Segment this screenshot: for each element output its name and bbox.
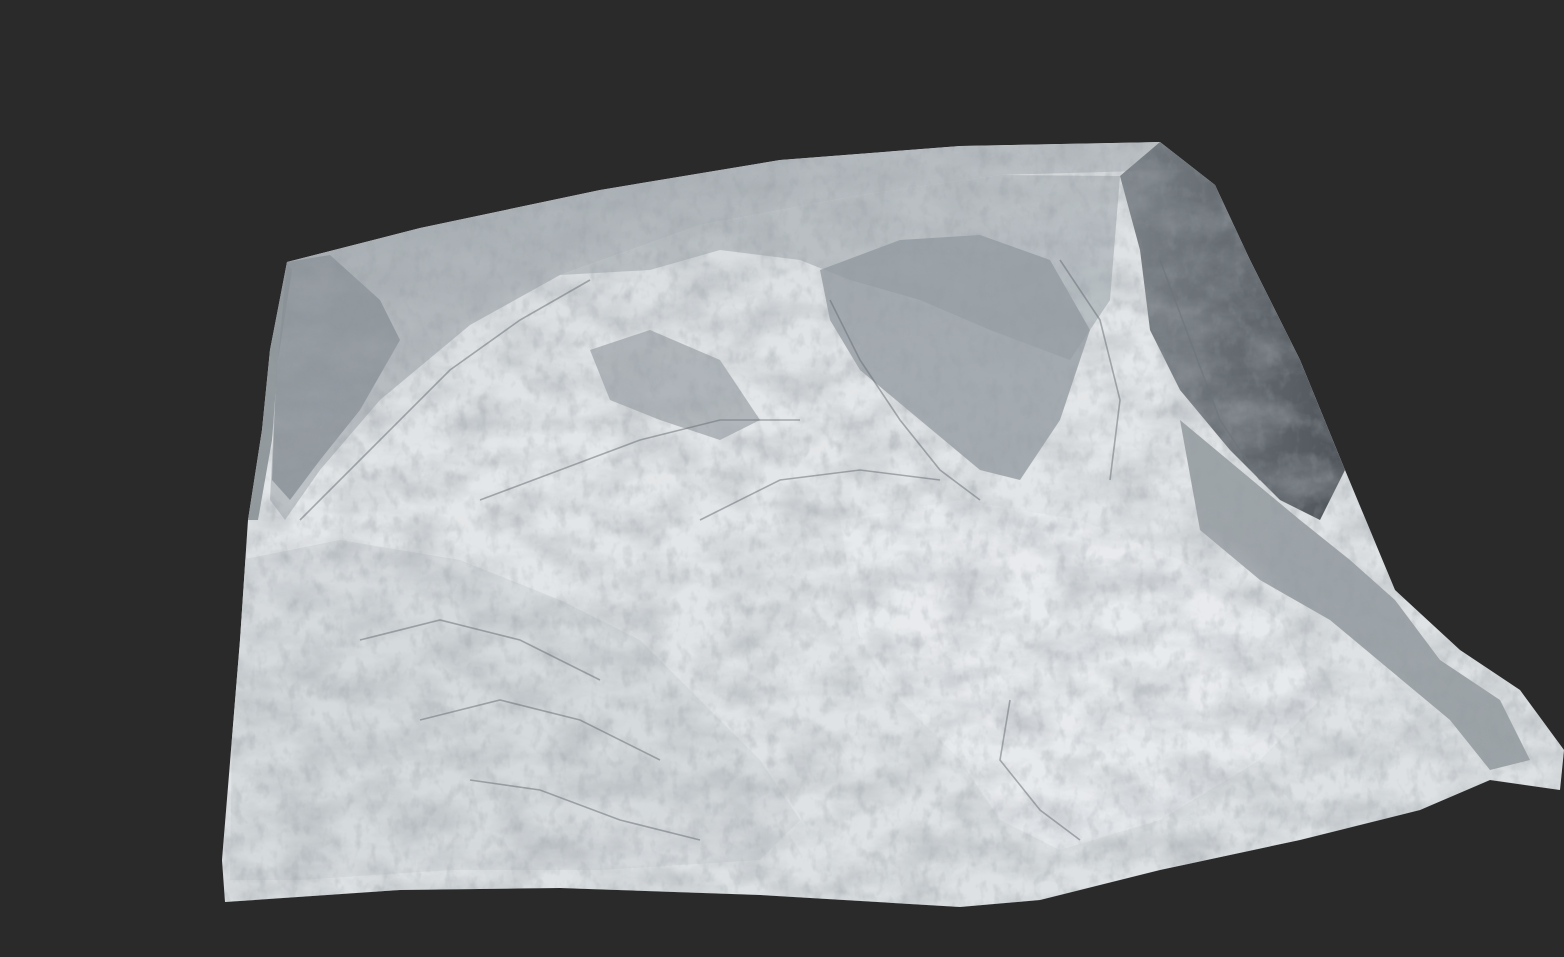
3d-viewport[interactable] — [0, 0, 1564, 957]
terrain-render — [222, 142, 1564, 907]
terrain-mesh — [222, 142, 1564, 907]
